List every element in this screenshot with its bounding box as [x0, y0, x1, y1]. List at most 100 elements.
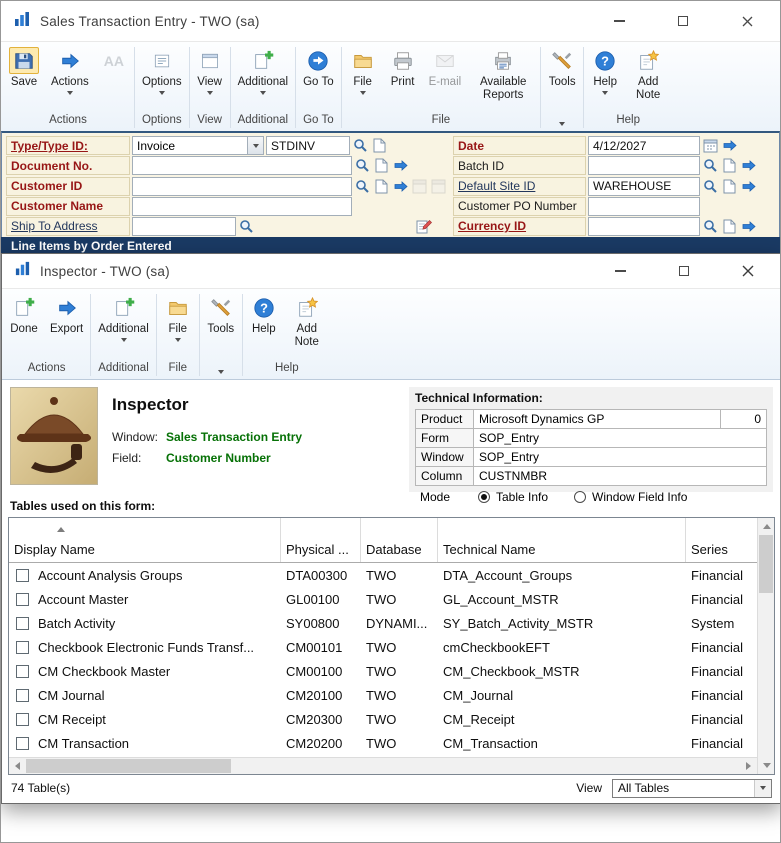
- view-filter-combo[interactable]: All Tables: [612, 778, 772, 798]
- help-button[interactable]: ? Help: [244, 291, 284, 336]
- group-label-tools-dropdown[interactable]: [542, 120, 582, 131]
- note-button[interactable]: [721, 217, 738, 235]
- print-button[interactable]: Print: [383, 44, 423, 89]
- column-header-database[interactable]: Database: [361, 518, 438, 562]
- table-row[interactable]: CM Receipt CM20300 TWO CM_Receipt Financ…: [9, 707, 757, 731]
- note-button[interactable]: [373, 177, 390, 195]
- table-row[interactable]: Account Master GL00100 TWO GL_Account_MS…: [9, 587, 757, 611]
- combo-dropdown-button[interactable]: [754, 779, 771, 797]
- note-button[interactable]: [721, 177, 738, 195]
- options-button[interactable]: Options: [136, 44, 188, 96]
- lookup-button[interactable]: [702, 157, 719, 175]
- calendar-button[interactable]: [702, 137, 719, 155]
- tools-button[interactable]: Tools: [542, 44, 582, 89]
- default-site-input[interactable]: WAREHOUSE: [588, 176, 700, 196]
- column-header-technical-name[interactable]: Technical Name: [438, 518, 686, 562]
- vertical-scrollbar[interactable]: [757, 518, 774, 774]
- combo-dropdown-button[interactable]: [247, 137, 263, 155]
- row-checkbox[interactable]: [16, 688, 29, 702]
- group-label-actions: Actions: [27, 362, 66, 374]
- type-combo[interactable]: Invoice: [132, 136, 264, 156]
- table-row[interactable]: CM Transaction CM20200 TWO CM_Transactio…: [9, 731, 757, 755]
- expand-button[interactable]: [392, 177, 409, 195]
- close-button[interactable]: [732, 9, 762, 33]
- column-header-display-name[interactable]: Display Name: [9, 518, 281, 562]
- column-header-physical[interactable]: Physical ...: [281, 518, 361, 562]
- expand-button[interactable]: [740, 217, 757, 235]
- expand-button[interactable]: [740, 157, 757, 175]
- ship-to-label[interactable]: Ship To Address: [6, 216, 130, 236]
- note-button[interactable]: [371, 137, 388, 155]
- goto-button[interactable]: Go To: [297, 44, 339, 89]
- column-header-series[interactable]: Series: [686, 518, 757, 562]
- ship-to-input[interactable]: [132, 216, 236, 236]
- expand-button[interactable]: [721, 137, 738, 155]
- table-row[interactable]: Batch Activity SY00800 DYNAMI... SY_Batc…: [9, 611, 757, 635]
- row-checkbox[interactable]: [16, 616, 29, 630]
- horizontal-scroll-thumb[interactable]: [26, 759, 231, 773]
- ribbon-separator: [540, 47, 542, 128]
- add-note-button[interactable]: Add Note: [284, 291, 330, 349]
- minimize-button[interactable]: [604, 9, 634, 33]
- help-button[interactable]: ? Help: [585, 44, 625, 96]
- maximize-button[interactable]: [668, 9, 698, 33]
- row-checkbox[interactable]: [16, 712, 29, 726]
- row-checkbox[interactable]: [16, 640, 29, 654]
- note-button[interactable]: [373, 157, 390, 175]
- row-checkbox[interactable]: [16, 736, 29, 750]
- scroll-down-button[interactable]: [758, 757, 775, 774]
- expand-button[interactable]: [392, 157, 409, 175]
- date-input[interactable]: 4/12/2027: [588, 136, 700, 156]
- minimize-button[interactable]: [605, 259, 635, 283]
- default-site-label[interactable]: Default Site ID: [453, 176, 586, 196]
- note-button[interactable]: [721, 157, 738, 175]
- save-button[interactable]: Save: [3, 44, 45, 89]
- horizontal-scroll-track[interactable]: [231, 758, 740, 774]
- currency-id-input[interactable]: [588, 216, 700, 236]
- additional-button[interactable]: Additional: [232, 44, 295, 96]
- lookup-button[interactable]: [352, 137, 369, 155]
- available-reports-button[interactable]: Available Reports: [467, 44, 539, 102]
- lookup-button[interactable]: [702, 217, 719, 235]
- edit-address-button[interactable]: [415, 217, 432, 235]
- lookup-button[interactable]: [354, 157, 371, 175]
- vertical-scroll-thumb[interactable]: [759, 535, 773, 593]
- table-row[interactable]: CM Checkbook Master CM00100 TWO CM_Check…: [9, 659, 757, 683]
- type-label[interactable]: Type/Type ID:: [6, 136, 130, 156]
- customer-po-input[interactable]: [588, 196, 700, 216]
- file-button[interactable]: File: [343, 44, 383, 96]
- row-checkbox[interactable]: [16, 592, 29, 606]
- scroll-right-button[interactable]: [740, 758, 757, 774]
- currency-id-label[interactable]: Currency ID: [453, 216, 586, 236]
- type-id-input[interactable]: STDINV: [266, 136, 350, 156]
- maximize-button[interactable]: [669, 259, 699, 283]
- lookup-button[interactable]: [354, 177, 371, 195]
- customer-name-input[interactable]: [132, 196, 352, 216]
- done-button[interactable]: Done: [4, 291, 44, 336]
- scroll-up-button[interactable]: [758, 518, 775, 535]
- lookup-button[interactable]: [702, 177, 719, 195]
- horizontal-scrollbar[interactable]: [9, 757, 757, 774]
- table-row[interactable]: Account Analysis Groups DTA00300 TWO DTA…: [9, 563, 757, 587]
- file-button[interactable]: File: [158, 291, 198, 343]
- group-label-tools-dropdown[interactable]: [201, 368, 241, 379]
- expand-button[interactable]: [740, 177, 757, 195]
- scroll-left-button[interactable]: [9, 758, 26, 774]
- actions-button[interactable]: Actions: [45, 44, 95, 96]
- lookup-button[interactable]: [238, 217, 255, 235]
- document-no-input[interactable]: [132, 156, 352, 176]
- table-row[interactable]: CM Journal CM20100 TWO CM_Journal Financ…: [9, 683, 757, 707]
- view-label: View: [576, 781, 602, 795]
- close-button[interactable]: [733, 259, 763, 283]
- vertical-scroll-track[interactable]: [758, 593, 774, 757]
- additional-button[interactable]: Additional: [92, 291, 155, 343]
- view-button[interactable]: View: [191, 44, 229, 96]
- row-checkbox[interactable]: [16, 568, 29, 582]
- add-note-button[interactable]: Add Note: [625, 44, 671, 102]
- export-button[interactable]: Export: [44, 291, 89, 336]
- customer-id-input[interactable]: [132, 176, 352, 196]
- row-checkbox[interactable]: [16, 664, 29, 678]
- tools-button[interactable]: Tools: [201, 291, 241, 336]
- table-row[interactable]: Checkbook Electronic Funds Transf... CM0…: [9, 635, 757, 659]
- batch-id-input[interactable]: [588, 156, 700, 176]
